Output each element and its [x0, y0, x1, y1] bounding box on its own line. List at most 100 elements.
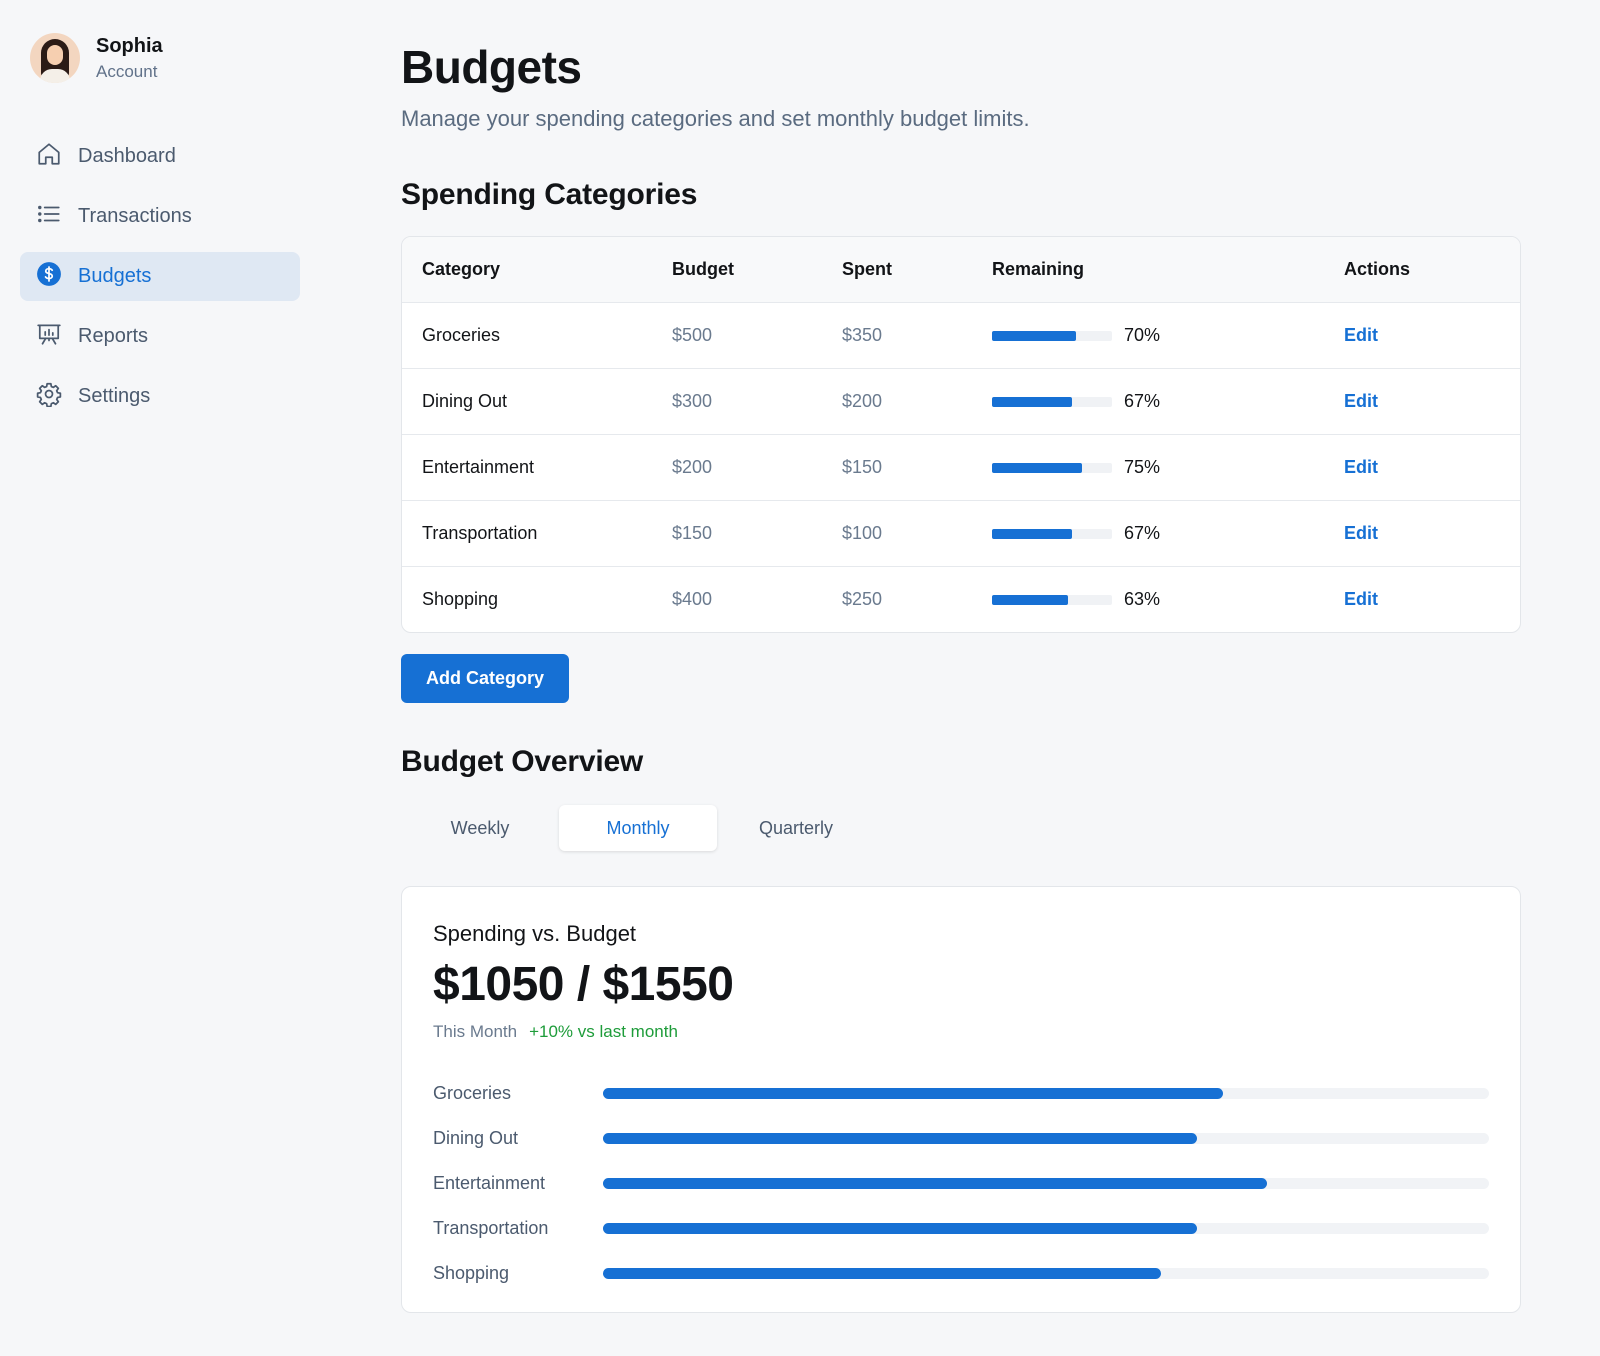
remaining-progress-bar — [992, 330, 1112, 341]
categories-table: Category Budget Spent Remaining Actions … — [401, 236, 1521, 633]
card-delta: +10% vs last month — [529, 1022, 678, 1041]
spending-categories-title: Spending Categories — [401, 178, 698, 211]
column-header-spent: Spent — [842, 259, 893, 279]
card-value: $1050 / $1550 — [433, 958, 734, 1011]
table-row: Entertainment $200 $150 75% Edit — [402, 434, 1520, 500]
category-name: Groceries — [422, 325, 501, 345]
remaining-progress-fill — [992, 594, 1068, 605]
remaining-cell: 70% — [992, 325, 1344, 346]
sidebar-item-label: Dashboard — [78, 145, 176, 167]
card-meta: This Month +10% vs last month — [433, 1022, 1489, 1042]
budget-overview-title: Budget Overview — [401, 745, 644, 778]
remaining-cell: 75% — [992, 457, 1344, 478]
remaining-percent: 67% — [1124, 523, 1161, 543]
sidebar-item-label: Transactions — [78, 205, 192, 227]
chart-bar-row: Dining Out — [433, 1127, 1489, 1149]
spent-amount: $250 — [842, 589, 883, 609]
sidebar-item-dashboard[interactable]: Dashboard — [20, 132, 300, 181]
remaining-percent: 70% — [1124, 325, 1161, 345]
edit-link[interactable]: Edit — [1344, 391, 1378, 411]
chart-bar — [602, 1177, 1268, 1189]
category-name: Shopping — [422, 589, 499, 609]
list-icon — [36, 201, 62, 233]
edit-link[interactable]: Edit — [1344, 457, 1378, 477]
remaining-percent: 75% — [1124, 457, 1161, 477]
home-icon — [36, 141, 62, 173]
gear-icon — [36, 381, 62, 413]
category-name: Transportation — [422, 523, 538, 543]
remaining-cell: 67% — [992, 391, 1344, 412]
main-content: Budgets Manage your spending categories … — [401, 0, 1521, 1313]
category-name: Entertainment — [422, 457, 535, 477]
sidebar: Sophia Account Dashboard Transactions Bu… — [0, 0, 320, 1356]
presentation-chart-icon — [36, 321, 62, 353]
sidebar-item-reports[interactable]: Reports — [20, 312, 300, 361]
sidebar-item-settings[interactable]: Settings — [20, 372, 300, 421]
remaining-cell: 63% — [992, 589, 1344, 610]
chart-bar-row: Groceries — [433, 1082, 1489, 1104]
budget-amount: $400 — [672, 589, 713, 609]
profile-subtitle: Account — [96, 61, 158, 81]
budget-amount: $150 — [672, 523, 713, 543]
remaining-progress-bar — [992, 462, 1112, 473]
chart-bar-track — [602, 1222, 1489, 1234]
remaining-percent: 67% — [1124, 391, 1161, 411]
spent-amount: $150 — [842, 457, 883, 477]
sidebar-item-budgets[interactable]: Budgets — [20, 252, 300, 301]
table-header: Category Budget Spent Remaining Actions — [402, 237, 1520, 302]
chart-bar — [602, 1132, 1197, 1144]
avatar — [30, 33, 80, 83]
category-name: Dining Out — [422, 391, 508, 411]
remaining-progress-bar — [992, 396, 1112, 407]
period-tabs: Weekly Monthly Quarterly — [401, 805, 1521, 851]
profile-name: Sophia — [96, 34, 163, 57]
chart-bar-track — [602, 1177, 1489, 1189]
chart-bar-row: Transportation — [433, 1217, 1489, 1239]
remaining-cell: 67% — [992, 523, 1344, 544]
edit-link[interactable]: Edit — [1344, 325, 1378, 345]
chart-bar — [602, 1087, 1224, 1099]
sidebar-item-transactions[interactable]: Transactions — [20, 192, 300, 241]
edit-link[interactable]: Edit — [1344, 589, 1378, 609]
table-row: Transportation $150 $100 67% Edit — [402, 500, 1520, 566]
chart-category-label: Groceries — [433, 1082, 512, 1103]
budget-amount: $200 — [672, 457, 713, 477]
add-category-button[interactable]: Add Category — [401, 654, 569, 703]
spent-amount: $100 — [842, 523, 883, 543]
card-period: This Month — [433, 1022, 518, 1041]
column-header-budget: Budget — [672, 259, 734, 279]
chart-bar — [602, 1222, 1197, 1234]
budget-amount: $300 — [672, 391, 713, 411]
chart-bar-row: Shopping — [433, 1262, 1489, 1284]
sidebar-item-label: Budgets — [78, 265, 152, 287]
remaining-progress-fill — [992, 396, 1073, 407]
column-header-remaining: Remaining — [992, 259, 1085, 279]
tab-monthly[interactable]: Monthly — [559, 805, 717, 851]
dollar-icon — [36, 261, 62, 293]
table-row: Dining Out $300 $200 67% Edit — [402, 368, 1520, 434]
chart-bar — [602, 1267, 1162, 1279]
table-row: Groceries $500 $350 70% Edit — [402, 302, 1520, 368]
column-header-category: Category — [422, 259, 501, 279]
remaining-progress-bar — [992, 594, 1112, 605]
remaining-progress-fill — [992, 330, 1076, 341]
tab-quarterly[interactable]: Quarterly — [717, 805, 875, 851]
column-header-actions: Actions — [1344, 259, 1411, 279]
spent-amount: $200 — [842, 391, 883, 411]
chart-bar-track — [602, 1087, 1489, 1099]
chart-category-label: Entertainment — [433, 1172, 546, 1193]
remaining-percent: 63% — [1124, 589, 1161, 609]
sidebar-item-label: Settings — [78, 385, 151, 407]
chart-bar-track — [602, 1267, 1489, 1279]
edit-link[interactable]: Edit — [1344, 523, 1378, 543]
sidebar-item-label: Reports — [78, 325, 149, 347]
page-subtitle: Manage your spending categories and set … — [401, 106, 1030, 131]
budget-amount: $500 — [672, 325, 713, 345]
profile[interactable]: Sophia Account — [30, 30, 300, 86]
chart-category-label: Dining Out — [433, 1127, 519, 1148]
tab-weekly[interactable]: Weekly — [401, 805, 559, 851]
remaining-progress-fill — [992, 528, 1073, 539]
spent-amount: $350 — [842, 325, 883, 345]
chart-bar-row: Entertainment — [433, 1172, 1489, 1194]
remaining-progress-fill — [992, 462, 1082, 473]
